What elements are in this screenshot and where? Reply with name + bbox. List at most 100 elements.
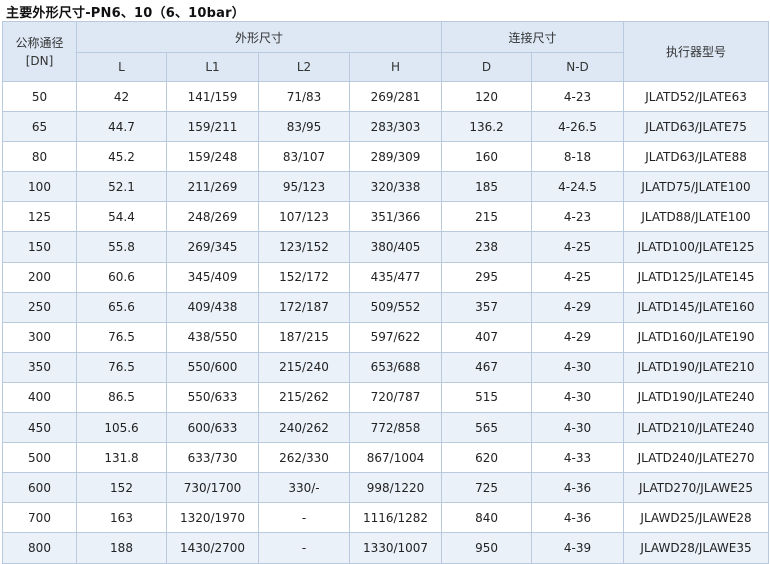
cell-d: 467 [441,351,533,383]
cell-dn: 250 [2,291,77,323]
table-title: 主要外形尺寸-PN6、10（6、10bar） [6,6,245,21]
cell-l1: 159/248 [166,141,259,173]
cell-l: 45.2 [76,141,167,173]
cell-l1: 550/633 [166,381,259,414]
cell-d: 160 [441,141,533,173]
cell-d: 840 [441,502,533,534]
table-row: 350 76.5 550/600 215/240 653/688 467 4-30 JLATD… [2,351,770,383]
cell-h: 509/552 [348,291,443,323]
cell-h: 597/622 [348,321,443,353]
cell-l1: 550/600 [166,351,259,383]
cell-dn: 500 [2,442,77,474]
table-row: 65 44.7 159/211 83/95 283/303 136.2 4-26.5 JLAT… [2,111,770,143]
cell-h: 435/477 [348,261,443,293]
cell-l2: 123/152 [258,231,350,263]
cell-l: 76.5 [76,351,167,383]
header-col-h: H [348,52,443,82]
cell-dn: 150 [2,231,77,263]
cell-dn: 80 [2,141,77,173]
cell-d: 357 [441,291,533,323]
cell-d: 136.2 [441,111,533,143]
cell-h: 1330/1007 [348,532,443,564]
cell-l2: 71/83 [258,80,350,113]
cell-d: 515 [441,381,533,414]
cell-l: 55.8 [76,231,167,263]
cell-actuator-model: JLATD52/JLATE63 [623,80,770,113]
cell-l1: 269/345 [166,231,259,263]
cell-l2: 262/330 [258,442,350,474]
cell-l1: 248/269 [166,201,259,233]
cell-l2: 240/262 [258,412,350,444]
cell-dn: 50 [2,80,77,113]
cell-l1: 159/211 [166,111,259,143]
cell-actuator-model: JLATD125/JLATE145 [623,261,770,293]
header-col-l2: L2 [258,52,350,82]
cell-actuator-model: JLATD75/JLATE100 [623,171,770,203]
cell-n-d: 4-33 [531,442,625,474]
cell-l1: 1430/2700 [166,532,259,564]
cell-l2: 215/240 [258,351,350,383]
cell-h: 351/366 [348,201,443,233]
table-row: 50 42 141/159 71/83 269/281 120 4-23 JLATD52/JL… [2,80,770,113]
cell-l: 60.6 [76,261,167,293]
cell-l2: 172/187 [258,291,350,323]
cell-l: 105.6 [76,412,167,444]
cell-n-d: 4-29 [531,321,625,353]
cell-n-d: 4-23 [531,201,625,233]
cell-actuator-model: JLAWD25/JLAWE28 [623,502,770,534]
cell-dn: 800 [2,532,77,564]
header-outline-dimensions: 外形尺寸 [75,21,443,53]
cell-l2: 215/262 [258,381,350,414]
cell-actuator-model: JLATD210/JLATE240 [623,412,770,444]
cell-n-d: 4-36 [531,502,625,534]
table-row: 100 52.1 211/269 95/123 320/338 185 4-24.5 JLAT… [2,171,770,203]
cell-l1: 1320/1970 [166,502,259,534]
table-row: 250 65.6 409/438 172/187 509/552 357 4-29 JLATD… [2,291,770,323]
table-row: 500 131.8 633/730 262/330 867/1004 620 4-33 JLA… [2,442,770,474]
cell-n-d: 4-30 [531,412,625,444]
cell-l2: 152/172 [258,261,350,293]
table-row: 600 152 730/1700 330/- 998/1220 725 4-36 JLATD2… [2,472,770,504]
cell-n-d: 4-24.5 [531,171,625,203]
cell-l1: 211/269 [166,171,259,203]
header-dn-line2: [DN] [25,53,54,68]
cell-l: 86.5 [76,381,167,414]
table-row: 800 188 1430/2700-1330/1007 950 4-39 JLAWD28/… [2,532,770,564]
table-row: 150 55.8 269/345 123/152 380/405 238 4-25 JLATD… [2,231,770,263]
cell-actuator-model: JLATD190/JLATE210 [623,351,770,383]
cell-dn: 200 [2,261,77,293]
cell-l2: 95/123 [258,171,350,203]
cell-d: 725 [441,472,533,504]
table-body: 50 42 141/159 71/83 269/281 120 4-23 JLATD52/JL… [2,80,770,564]
cell-n-d: 4-30 [531,381,625,414]
cell-l: 52.1 [76,171,167,203]
cell-l1: 409/438 [166,291,259,323]
cell-l1: 600/633 [166,412,259,444]
cell-l1: 141/159 [166,80,259,113]
cell-l1: 345/409 [166,261,259,293]
cell-dn: 125 [2,201,77,233]
cell-actuator-model: JLAWD28/JLAWE35 [623,532,770,564]
cell-l2: 107/123 [258,201,350,233]
cell-h: 283/303 [348,111,443,143]
cell-d: 238 [441,231,533,263]
cell-h: 269/281 [348,80,443,113]
cell-n-d: 4-25 [531,261,625,293]
cell-dn: 100 [2,171,77,203]
header-col-n-d: N-D [531,52,625,82]
cell-d: 295 [441,261,533,293]
table-row: 300 76.5 438/550 187/215 597/622 407 4-29 JLATD… [2,321,770,353]
cell-dn: 400 [2,381,77,414]
cell-l2: 330/- [258,472,350,504]
cell-l1: 730/1700 [166,472,259,504]
cell-n-d: 4-26.5 [531,111,625,143]
header-connection-dimensions: 连接尺寸 [441,21,625,53]
cell-d: 185 [441,171,533,203]
cell-l: 152 [76,472,167,504]
cell-h: 772/858 [348,412,443,444]
header-col-l: L [76,52,167,82]
cell-dn: 300 [2,321,77,353]
cell-l: 131.8 [76,442,167,474]
cell-dn: 65 [2,111,77,143]
cell-actuator-model: JLATD88/JLATE100 [623,201,770,233]
